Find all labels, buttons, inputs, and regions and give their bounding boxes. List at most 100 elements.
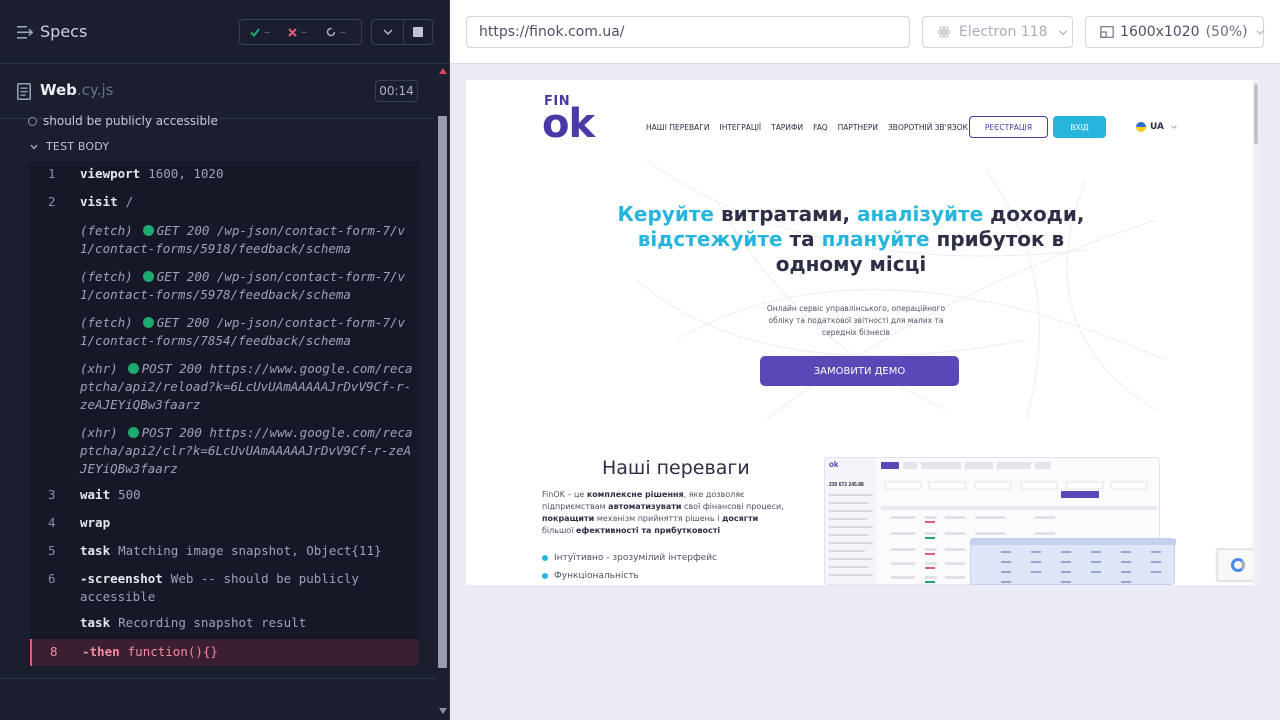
command-number: 6 [48,571,56,586]
command-row[interactable]: 2 visit / [30,193,419,211]
spec-file-header: Web.cy.js 00:14 [0,65,434,119]
language-selector[interactable]: UA [1136,122,1177,132]
command-name: -screenshot Web -- should be publicly acc… [80,570,380,606]
viewport-size: 1600x1020 [1120,24,1200,40]
hero-text: доходи, [983,202,1085,226]
svg-text:ok: ok [829,460,839,469]
pending-count: – [340,25,346,39]
failed-stat: – [278,25,316,39]
command-row[interactable]: 6 -screenshot Web -- should be publicly a… [30,570,419,606]
nav-item-advantages[interactable]: НАШІ ПЕРЕВАГИ [646,123,710,132]
login-button[interactable]: ВХІД [1053,116,1106,138]
scroll-up-arrow-icon[interactable] [439,68,447,74]
hero-text: витратами, [713,202,858,226]
scrollbar-thumb[interactable] [438,116,447,668]
command-name: wrap [80,514,118,532]
hero-highlight: плануйте [821,227,930,251]
aut-iframe[interactable]: FIN ok НАШІ ПЕРЕВАГИ ІНТЕГРАЦІЇ ТАРИФИ F… [466,80,1259,585]
nav-item-integrations[interactable]: ІНТЕГРАЦІЇ [720,123,762,132]
chevron-down-icon [30,144,38,150]
command-message: function(){} [127,644,218,659]
url-bar[interactable]: https://finok.com.ua/ [466,16,910,48]
command-name: task Matching image snapshot, Object{11} [80,542,382,560]
text: FinOK – це [542,490,587,499]
status-success-dot [142,271,154,282]
test-body-label: TEST BODY [46,140,110,153]
network-event-row[interactable]: (fetch) GET 200 /wp-json/contact-form-7/v… [80,222,415,258]
aut-scrollbar[interactable] [1253,80,1259,585]
advantages-title: Наші переваги [602,457,750,479]
reporter-scrollbar[interactable] [436,64,449,720]
duration-timer: 00:14 [375,80,418,102]
stop-icon [413,27,423,37]
command-row[interactable]: 4 wrap [30,514,419,532]
feature-text: Функціональність [554,571,639,581]
hero-heading: Керуйте витратами, аналізуйте доходи, ві… [616,202,1086,277]
command-row[interactable]: task Recording snapshot result [30,614,419,632]
recaptcha-icon [1231,558,1245,572]
status-success-dot [142,225,154,236]
network-event-row[interactable]: (fetch) GET 200 /wp-json/contact-form-7/v… [80,268,415,304]
command-name-text: -screenshot [80,571,163,586]
chevron-down-icon [1058,26,1067,35]
specs-menu-icon[interactable] [17,26,33,39]
hero-highlight: Керуйте [617,202,714,226]
pending-circle-icon [326,27,336,37]
finok-logo[interactable]: FIN ok [542,95,595,147]
text: більшої [542,526,576,535]
test-title-text: should be publicly accessible [43,114,218,128]
feature-item: Функціональність [542,571,639,581]
nav-item-pricing[interactable]: ТАРИФИ [771,123,803,132]
command-name: -then function(){} [82,643,218,661]
spec-file-name[interactable]: Web.cy.js [40,81,113,99]
command-name-text: -then [82,644,120,659]
nav-item-partners[interactable]: ПАРТНЕРИ [838,123,878,132]
command-row[interactable]: 1 viewport 1600, 1020 [30,165,419,183]
spec-file-basename: Web [40,81,77,99]
language-code: UA [1150,122,1164,132]
event-type: (fetch) [80,269,133,284]
command-row[interactable]: 5 task Matching image snapshot, Object{11… [30,542,419,560]
command-number: 3 [48,487,56,502]
network-event-row[interactable]: (fetch) GET 200 /wp-json/contact-form-7/v… [80,314,415,350]
text-bold: досягти [721,514,759,523]
test-body-header[interactable]: TEST BODY [30,140,109,153]
command-name: viewport 1600, 1020 [80,165,223,183]
browser-selector[interactable]: Electron 118 [922,16,1073,48]
network-event-row[interactable]: (xhr) POST 200 https://www.google.com/rec… [80,360,415,414]
failed-count: – [301,25,307,39]
text: свої фінансові процеси, [681,502,784,511]
expand-toggle-button[interactable] [371,19,403,45]
scroll-down-arrow-icon[interactable] [439,708,447,714]
text-bold: комплексне рішення [586,490,684,499]
command-row-failed[interactable]: 8 -then function(){} [30,639,419,666]
command-name-text: task [80,615,111,630]
event-type: (xhr) [80,425,118,440]
chevron-down-icon [382,29,393,35]
text-bold: автоматизувати [608,502,682,511]
command-number: 4 [48,515,56,530]
advantages-description: FinOK – це комплексне рішення, яке дозво… [542,489,792,537]
command-name-text: visit [80,194,118,209]
test-title[interactable]: should be publicly accessible [28,114,218,128]
command-name-text: viewport [80,166,141,181]
command-row[interactable]: 3 wait 500 [30,486,419,504]
stop-button[interactable] [403,19,433,45]
order-demo-button[interactable]: ЗАМОВИТИ ДЕМО [760,356,959,386]
divider [0,678,436,679]
command-number: 8 [50,644,58,659]
status-success-dot [127,363,139,374]
aut-scrollbar-thumb[interactable] [1254,84,1258,144]
logo-ok: ok [542,101,595,147]
command-name: visit / [80,193,133,211]
nav-item-faq[interactable]: FAQ [813,123,828,132]
chevron-down-icon [1256,26,1265,35]
viewport-info[interactable]: 1600x1020 (50%) [1085,16,1265,48]
nav-item-contact[interactable]: ЗВОРОТНІЙ ЗВ'ЯЗОК [888,123,968,132]
specs-title[interactable]: Specs [40,22,87,41]
table-mockup [971,539,1176,583]
text-bold: покращити [542,514,595,523]
register-button[interactable]: РЕЄСТРАЦІЯ [969,116,1048,138]
command-message: Matching image snapshot, Object{11} [118,543,382,558]
network-event-row[interactable]: (xhr) POST 200 https://www.google.com/rec… [80,424,415,478]
